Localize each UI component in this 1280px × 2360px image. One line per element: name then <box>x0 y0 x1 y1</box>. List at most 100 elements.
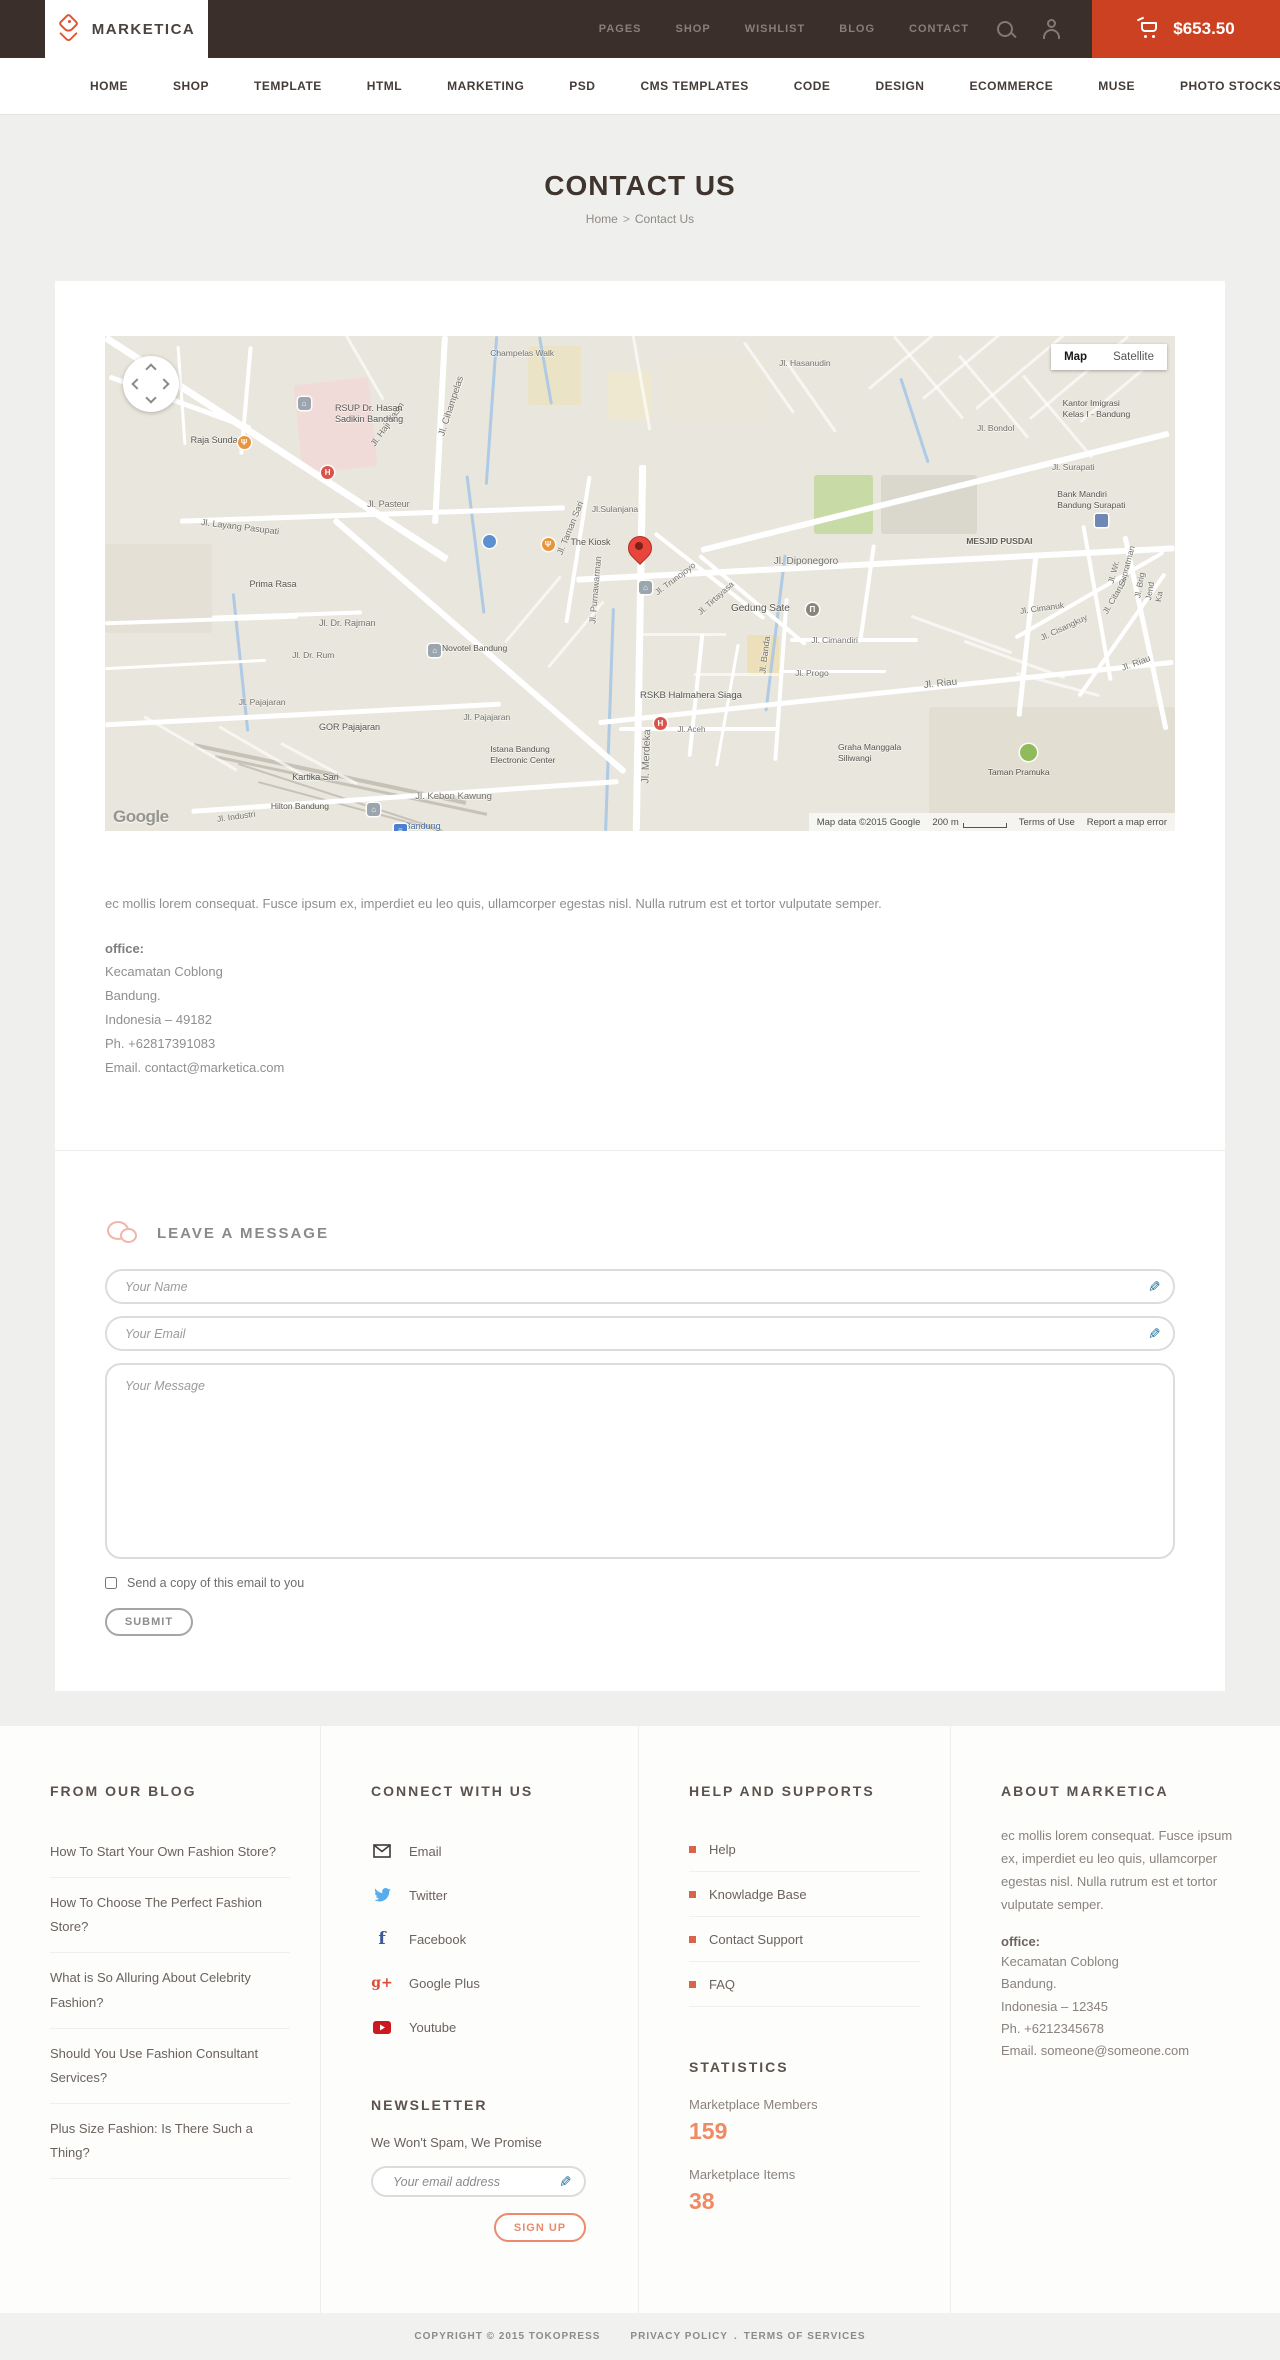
pan-left-icon[interactable] <box>131 378 143 390</box>
pan-up-icon[interactable] <box>145 363 157 375</box>
map-label: GOR Pajajaran <box>319 722 381 733</box>
social-link[interactable]: Email <box>409 1844 442 1859</box>
terms-of-use-link[interactable]: Terms of Use <box>1019 817 1075 828</box>
topnav-link[interactable]: SHOP <box>676 23 711 35</box>
about-office-line: Indonesia – 12345 <box>1001 1998 1108 2014</box>
map-label: Jl. Bondol <box>977 422 1015 433</box>
help-links: Help Knowladge Base Contact Support FAQ <box>689 1827 920 2008</box>
office-line: Ph. +62817391083 <box>105 1036 216 1052</box>
menu-link[interactable]: HTML <box>367 79 402 93</box>
stat-label: Marketplace Members <box>689 2097 818 2113</box>
google-logo: Google <box>113 807 169 826</box>
topnav-link[interactable]: BLOG <box>839 23 875 35</box>
map-label: RSUP Dr. Hasan Sadikin Bandung <box>335 402 404 425</box>
social-link[interactable]: Google Plus <box>409 1976 480 1991</box>
map-area-patch <box>814 474 874 534</box>
menu-link[interactable]: TEMPLATE <box>254 79 322 93</box>
menu-link[interactable]: HOME <box>90 79 128 93</box>
help-link[interactable]: Help <box>709 1842 736 1857</box>
pan-right-icon[interactable] <box>158 378 170 390</box>
office-line: Bandung. <box>105 988 161 1004</box>
map-marker[interactable] <box>628 536 650 558</box>
email-input[interactable] <box>105 1316 1175 1352</box>
form-title: LEAVE A MESSAGE <box>157 1224 329 1242</box>
map-pan-control[interactable] <box>123 356 179 412</box>
map-label: Bank Mandiri Bandung Surapati <box>1057 489 1126 511</box>
topnav-link[interactable]: WISHLIST <box>745 23 806 35</box>
menu-link[interactable]: MARKETING <box>447 79 524 93</box>
newsletter-email-input[interactable] <box>371 2166 586 2198</box>
privacy-policy-link[interactable]: PRIVACY POLICY <box>630 2331 728 2342</box>
blog-link[interactable]: Should You Use Fashion Consultant Servic… <box>50 2042 290 2090</box>
about-office-line: Ph. +6212345678 <box>1001 2020 1105 2036</box>
social-list-item: Twitter <box>371 1873 608 1917</box>
name-input[interactable] <box>105 1269 1175 1305</box>
about-text: ec mollis lorem consequat. Fusce ipsum e… <box>1001 1828 1233 1912</box>
menu-link[interactable]: DESIGN <box>875 79 924 93</box>
send-copy-row: Send a copy of this email to you <box>105 1576 1175 1590</box>
social-link[interactable]: Facebook <box>409 1932 466 1947</box>
help-link[interactable]: FAQ <box>709 1977 735 1992</box>
map-area-patch <box>661 360 769 421</box>
about-office-label: office: <box>1001 1934 1040 1950</box>
breadcrumb-home-link[interactable]: Home <box>586 212 618 226</box>
send-copy-checkbox[interactable] <box>105 1577 117 1590</box>
twitter-icon <box>371 1888 393 1902</box>
cart-button[interactable]: $653.50 <box>1092 0 1280 58</box>
help-link[interactable]: Knowladge Base <box>709 1887 807 1902</box>
signup-button[interactable]: SIGN UP <box>494 2213 586 2243</box>
blog-link[interactable]: Plus Size Fashion: Is There Such a Thing… <box>50 2117 290 2165</box>
menu-link[interactable]: SHOP <box>173 79 209 93</box>
stat-item: Marketplace Items 38 <box>689 2167 920 2215</box>
blog-link[interactable]: What is So Alluring About Celebrity Fash… <box>50 1966 290 2014</box>
terms-of-services-link[interactable]: TERMS OF SERVICES <box>744 2331 866 2342</box>
logo[interactable]: MARKETICA <box>45 0 208 58</box>
copyright-bar: COPYRIGHT © 2015 TOKOPRESS PRIVACY POLIC… <box>0 2313 1280 2360</box>
map-label: Jl. Brig Jend Ka <box>1132 571 1166 603</box>
blog-list-item: Should You Use Fashion Consultant Servic… <box>50 2029 290 2104</box>
satellite-view-button[interactable]: Satellite <box>1100 344 1167 370</box>
blog-list-item: What is So Alluring About Celebrity Fash… <box>50 1953 290 2029</box>
food-poi: Ψ <box>237 436 251 450</box>
google-map[interactable]: Champelas Walk Jl. Hasanudin Jl. Cihampela… <box>105 336 1175 831</box>
map-minor-road <box>963 639 1066 679</box>
menu-link[interactable]: PHOTO STOCKS <box>1180 79 1280 93</box>
help-list-item: Contact Support <box>689 1917 920 1963</box>
bank-poi <box>1094 514 1108 528</box>
map-road <box>857 544 876 643</box>
blog-link[interactable]: How To Start Your Own Fashion Store? <box>50 1840 290 1864</box>
about-office-line: Kecamatan Coblong <box>1001 1954 1119 1970</box>
social-link[interactable]: Twitter <box>409 1888 447 1903</box>
map-label: Jl. Riau <box>1119 652 1152 673</box>
menu-link[interactable]: MUSE <box>1098 79 1135 93</box>
cart-icon <box>1137 16 1161 40</box>
map-label: Jl. Pajajaran <box>238 697 286 708</box>
message-textarea[interactable] <box>105 1363 1175 1560</box>
contact-intro: ec mollis lorem consequat. Fusce ipsum e… <box>105 896 882 911</box>
map-view-button[interactable]: Map <box>1051 344 1101 370</box>
help-link[interactable]: Contact Support <box>709 1932 803 1947</box>
user-icon[interactable] <box>1042 19 1062 39</box>
search-icon[interactable] <box>997 20 1014 38</box>
message-form-section: LEAVE A MESSAGE Send a copy of this emai… <box>55 1150 1225 1691</box>
map-label: Jl. Aceh <box>677 724 706 734</box>
map-label: The Kiosk <box>570 536 611 547</box>
cart-total: $653.50 <box>1173 19 1235 38</box>
menu-link[interactable]: PSD <box>569 79 595 93</box>
social-link[interactable]: Youtube <box>409 2020 456 2035</box>
map-attribution: Map data ©2015 Google 200 m Terms of Use… <box>808 813 1175 831</box>
report-map-error-link[interactable]: Report a map error <box>1087 817 1167 828</box>
topnav-link[interactable]: PAGES <box>599 23 642 35</box>
blog-link[interactable]: How To Choose The Perfect Fashion Store? <box>50 1891 290 1939</box>
topnav-link[interactable]: CONTACT <box>909 23 969 35</box>
pan-down-icon[interactable] <box>145 392 157 404</box>
connect-heading: CONNECT WITH US <box>371 1783 534 1800</box>
square-bullet-icon <box>689 1845 696 1853</box>
send-copy-label[interactable]: Send a copy of this email to you <box>127 1576 304 1590</box>
submit-button[interactable]: SUBMIT <box>105 1608 193 1637</box>
stat-item: Marketplace Members 159 <box>689 2097 920 2145</box>
menu-link[interactable]: CODE <box>794 79 831 93</box>
menu-link[interactable]: CMS TEMPLATES <box>640 79 748 93</box>
menu-link[interactable]: ECOMMERCE <box>969 79 1053 93</box>
map-label: Hilton Bandung <box>270 801 329 812</box>
